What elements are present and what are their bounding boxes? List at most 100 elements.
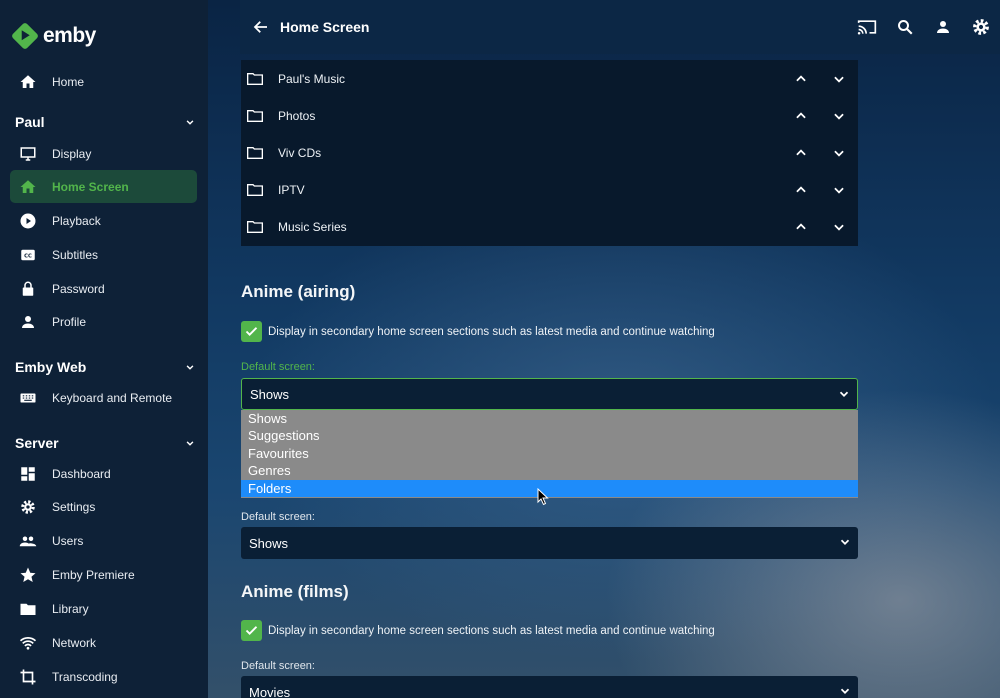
- section-server[interactable]: Server: [15, 432, 197, 454]
- default-screen-label: Default screen:: [241, 660, 315, 672]
- folder-icon: [247, 183, 263, 196]
- sidebar-item-home[interactable]: Home: [10, 65, 197, 98]
- dropdown-option[interactable]: Favourites: [241, 445, 858, 462]
- section-title: Anime (airing): [241, 282, 356, 301]
- mouse-cursor-icon: [537, 488, 549, 506]
- home-icon: [18, 177, 38, 197]
- folder-icon: [18, 599, 38, 619]
- home-icon: [18, 72, 38, 92]
- sidebar-item-transcoding[interactable]: Transcoding: [10, 660, 197, 693]
- library-order-list: Paul's Music Photos Viv CDs IPTV Music S…: [241, 60, 858, 246]
- chevron-down-icon: [186, 120, 194, 125]
- chevron-down-icon: [186, 441, 194, 446]
- library-name: Photos: [278, 108, 316, 123]
- search-icon[interactable]: [886, 8, 924, 46]
- sidebar-item-label: Network: [52, 635, 97, 650]
- play-circle-icon: [18, 211, 38, 231]
- library-name: Paul's Music: [278, 71, 345, 86]
- sidebar-item-display[interactable]: Display: [10, 137, 197, 170]
- move-up-button[interactable]: [782, 208, 820, 245]
- sidebar-item-label: Users: [52, 533, 84, 548]
- dropdown-option[interactable]: Genres: [241, 462, 858, 479]
- select-value: Movies: [249, 684, 291, 698]
- back-arrow-icon[interactable]: [250, 16, 272, 38]
- sidebar-item-library[interactable]: Library: [10, 592, 197, 625]
- sidebar-item-profile[interactable]: Profile: [10, 305, 197, 338]
- move-up-button[interactable]: [782, 134, 820, 171]
- sidebar-item-label: Display: [52, 146, 92, 161]
- dropdown-option[interactable]: Suggestions: [241, 427, 858, 444]
- sidebar-item-network[interactable]: Network: [10, 626, 197, 659]
- sidebar-item-subtitles[interactable]: CC Subtitles: [10, 238, 197, 271]
- checkbox-label: Display in secondary home screen section…: [268, 624, 715, 637]
- dropdown-option[interactable]: Shows: [241, 410, 858, 427]
- sidebar: emby Home Paul Display Home Screen Playb…: [0, 0, 208, 698]
- select-value: Shows: [249, 535, 289, 551]
- sidebar-item-settings[interactable]: Settings: [10, 490, 197, 523]
- sidebar-item-users[interactable]: Users: [10, 524, 197, 557]
- list-item: Paul's Music: [241, 60, 858, 97]
- select-value: Shows: [250, 386, 290, 402]
- emby-logo[interactable]: emby: [10, 21, 96, 51]
- chevron-down-icon: [840, 539, 850, 545]
- sidebar-item-password[interactable]: Password: [10, 272, 197, 305]
- crop-icon: [18, 667, 38, 687]
- move-up-button[interactable]: [782, 60, 820, 97]
- sidebar-item-label: Keyboard and Remote: [52, 390, 173, 405]
- chevron-down-icon: [186, 365, 194, 370]
- sidebar-item-dashboard[interactable]: Dashboard: [10, 457, 197, 490]
- section-paul[interactable]: Paul: [15, 111, 197, 133]
- library-name: Viv CDs: [278, 145, 322, 160]
- sidebar-item-label: Transcoding: [52, 669, 118, 684]
- gear-icon[interactable]: [962, 8, 1000, 46]
- closed-caption-icon: CC: [18, 245, 38, 265]
- page-title: Home Screen: [280, 19, 370, 35]
- default-screen-dropdown: Shows Suggestions Favourites Genres Fold…: [241, 410, 858, 498]
- gear-icon: [18, 497, 38, 517]
- checkmark-icon: [241, 321, 262, 342]
- sidebar-item-label: Playback: [52, 213, 101, 228]
- move-down-button[interactable]: [820, 171, 858, 208]
- section-title: Paul: [15, 114, 45, 130]
- wifi-icon: [18, 633, 38, 653]
- header: Home Screen: [240, 0, 1000, 54]
- list-item: Music Series: [241, 208, 858, 245]
- move-up-button[interactable]: [782, 97, 820, 134]
- secondary-sections-checkbox[interactable]: Display in secondary home screen section…: [241, 321, 715, 342]
- default-screen-select[interactable]: Shows: [241, 378, 858, 410]
- folder-icon: [247, 146, 263, 159]
- move-up-button[interactable]: [782, 171, 820, 208]
- sidebar-item-label: Home Screen: [52, 179, 129, 194]
- chevron-down-icon: [840, 688, 850, 694]
- svg-text:CC: CC: [24, 253, 32, 259]
- move-down-button[interactable]: [820, 60, 858, 97]
- secondary-sections-checkbox[interactable]: Display in secondary home screen section…: [241, 620, 715, 641]
- move-down-button[interactable]: [820, 208, 858, 245]
- monitor-icon: [18, 144, 38, 164]
- user-icon[interactable]: [924, 8, 962, 46]
- list-item: Photos: [241, 97, 858, 134]
- sidebar-item-home-screen[interactable]: Home Screen: [10, 170, 197, 203]
- library-name: IPTV: [278, 182, 305, 197]
- sidebar-item-keyboard[interactable]: Keyboard and Remote: [10, 381, 197, 414]
- default-screen-label: Default screen:: [241, 511, 315, 523]
- default-screen-select[interactable]: Movies: [241, 676, 858, 698]
- sidebar-item-label: Settings: [52, 499, 96, 514]
- people-icon: [18, 531, 38, 551]
- dropdown-option-highlighted[interactable]: Folders: [241, 479, 858, 497]
- person-icon: [18, 312, 38, 332]
- section-title: Server: [15, 435, 59, 451]
- sidebar-item-label: Dashboard: [52, 466, 111, 481]
- sidebar-item-playback[interactable]: Playback: [10, 204, 197, 237]
- default-screen-select[interactable]: Shows: [241, 527, 858, 559]
- section-emby-web[interactable]: Emby Web: [15, 356, 197, 378]
- sidebar-item-emby-premiere[interactable]: Emby Premiere: [10, 558, 197, 591]
- section-title: Emby Web: [15, 359, 87, 375]
- sidebar-item-label: Password: [52, 281, 105, 296]
- move-down-button[interactable]: [820, 97, 858, 134]
- checkbox-label: Display in secondary home screen section…: [268, 325, 715, 338]
- cast-icon[interactable]: [848, 8, 886, 46]
- list-item: Viv CDs: [241, 134, 858, 171]
- move-down-button[interactable]: [820, 134, 858, 171]
- keyboard-icon: [18, 388, 38, 408]
